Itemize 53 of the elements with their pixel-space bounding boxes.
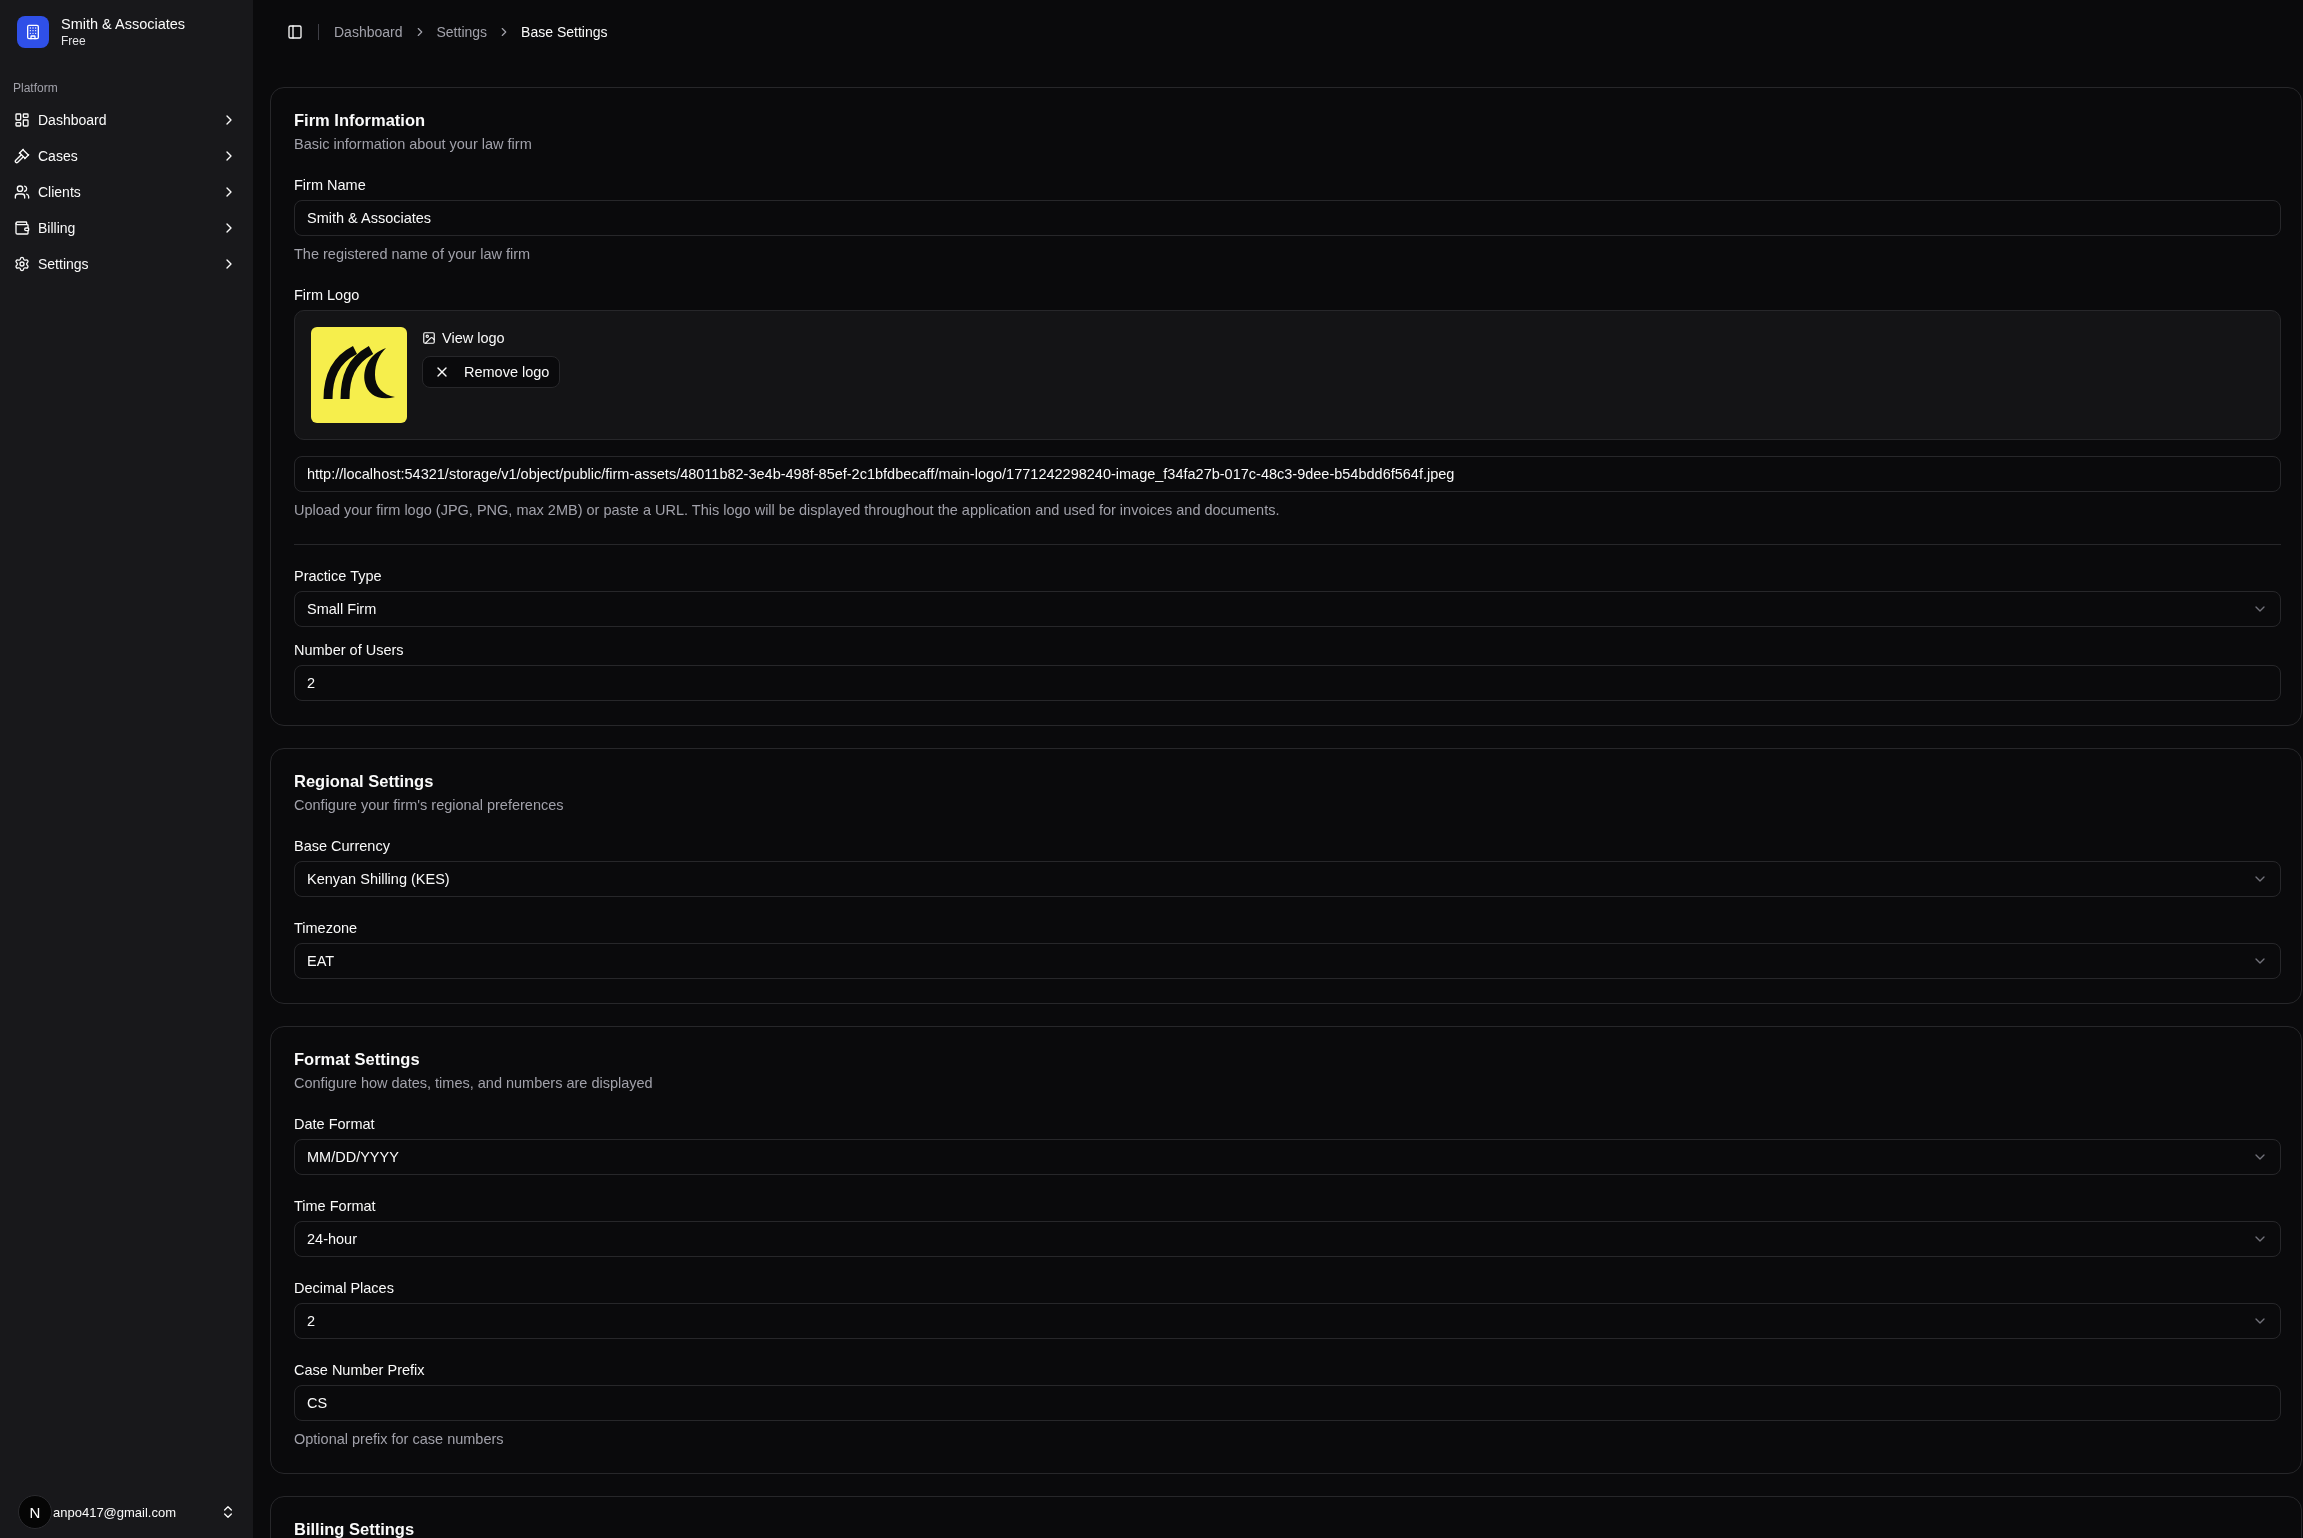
text-input[interactable]: 2 xyxy=(294,665,2281,701)
card-title: Format Settings xyxy=(294,1051,421,1067)
nav-item[interactable]: Dashboard xyxy=(8,104,245,136)
gavel-icon xyxy=(14,148,30,164)
image-icon xyxy=(422,331,436,345)
wallet-icon xyxy=(14,220,30,236)
current-page-label: Base Settings xyxy=(521,24,608,40)
field-label: Time Format xyxy=(294,1199,376,1213)
panel-icon xyxy=(287,24,303,40)
nav-item[interactable]: Billing xyxy=(8,212,245,244)
help-text: Optional prefix for case numbers xyxy=(294,1430,505,1449)
url-input[interactable]: http://localhost:54321/storage/v1/object/public/firm-assets/48011b82-3e4b-498f-85ef-2c1bfdbecaff/main-logo/1771242298240-image_f34fa27b-017c-48c3-9dee-b54bdd6f564f.jpeg xyxy=(294,456,2281,492)
card-title: Billing Settings xyxy=(294,1521,416,1537)
users-icon xyxy=(14,184,30,200)
breadcrumb-link[interactable]: Settings xyxy=(436,24,488,40)
plan-label: Free xyxy=(61,33,87,49)
field-label: Decimal Places xyxy=(294,1281,394,1295)
field-label: Timezone xyxy=(294,921,358,935)
remove-logo-button[interactable]: Remove logo xyxy=(422,356,561,388)
nav-item[interactable]: Cases xyxy=(8,140,245,172)
text-input[interactable]: Smith & Associates xyxy=(294,200,2281,236)
field-label: Practice Type xyxy=(294,569,382,583)
field-label: Firm Name xyxy=(294,178,366,192)
card-title: Firm Information xyxy=(294,112,427,128)
text-input[interactable]: CS xyxy=(294,1385,2281,1421)
nav-item[interactable]: Clients xyxy=(8,176,245,208)
user-email: anpo417@gmail.com xyxy=(53,1504,178,1520)
help-text: The registered name of your law firm xyxy=(294,245,532,264)
help-text: Upload your firm logo (JPG, PNG, max 2MB) or paste a URL. This logo will be displayed throughout the application and used for invoices and documents. xyxy=(294,501,1281,520)
select-field[interactable]: Small Firm xyxy=(294,591,2281,627)
field-label: Base Currency xyxy=(294,839,390,853)
select-field[interactable]: EAT xyxy=(294,943,2281,979)
card-title: Regional Settings xyxy=(294,773,435,789)
field-label: Firm Logo xyxy=(294,288,360,302)
breadcrumb-link[interactable]: Dashboard xyxy=(334,24,403,40)
select-field[interactable]: 24-hour xyxy=(294,1221,2281,1257)
field-label: Date Format xyxy=(294,1117,375,1131)
nav-item[interactable]: Settings xyxy=(8,248,245,280)
select-field[interactable]: Kenyan Shilling (KES) xyxy=(294,861,2281,897)
view-logo-link[interactable]: View logo xyxy=(422,328,505,348)
group-label: Platform xyxy=(12,80,58,97)
card-description: Configure how dates, times, and numbers are displayed xyxy=(294,1074,654,1093)
field-label: Number of Users xyxy=(294,643,404,657)
settings-icon xyxy=(14,256,30,272)
layout-grid-icon xyxy=(14,112,30,128)
building-icon xyxy=(17,16,49,48)
user-avatar: N xyxy=(18,1495,52,1529)
team-name: Smith & Associates xyxy=(61,15,186,33)
card-description: Basic information about your law firm xyxy=(294,135,533,154)
field-label: Case Number Prefix xyxy=(294,1363,425,1377)
card-description: Configure your firm's regional preferences xyxy=(294,796,565,815)
select-field[interactable]: MM/DD/YYYY xyxy=(294,1139,2281,1175)
select-field[interactable]: 2 xyxy=(294,1303,2281,1339)
